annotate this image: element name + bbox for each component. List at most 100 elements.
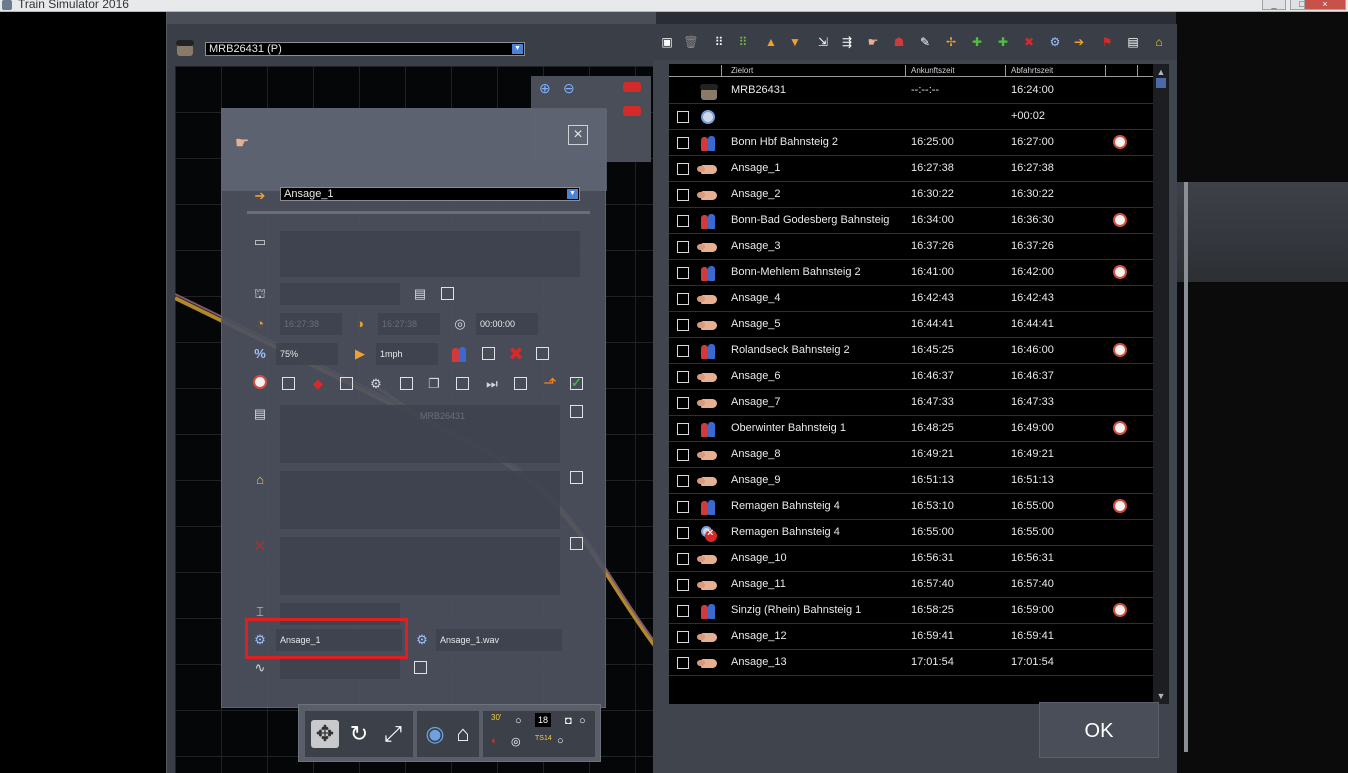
move-down-icon[interactable]: ▼ — [785, 32, 805, 52]
coupler-checkbox[interactable] — [400, 377, 413, 390]
col-departure[interactable]: Abfahrtszeit — [1011, 66, 1053, 75]
no-platform-checkbox[interactable] — [570, 537, 583, 550]
scroll-thumb[interactable] — [1156, 78, 1166, 88]
row-checkbox[interactable] — [677, 657, 689, 669]
fullscreen-button[interactable]: ✥ — [311, 720, 339, 748]
col-arrival[interactable]: Ankunftszeit — [911, 66, 955, 75]
passengers-icon[interactable]: ☗ — [889, 32, 909, 52]
row-checkbox[interactable] — [677, 423, 689, 435]
table-row[interactable]: Ansage_11 16:57:40 16:57:40 — [669, 572, 1153, 598]
col-destination[interactable]: Zielort — [731, 66, 753, 75]
eraser-edit-icon[interactable] — [623, 106, 641, 116]
table-row[interactable]: Remagen Bahnsteig 4 16:55:00 16:55:00 — [669, 520, 1153, 546]
cancel-checkbox[interactable] — [536, 347, 549, 360]
eraser-checkbox[interactable] — [340, 377, 353, 390]
ok-button[interactable]: OK — [1039, 702, 1159, 758]
timetable-scrollbar[interactable]: ▲ ▼ — [1153, 64, 1169, 704]
edit-icon[interactable]: ✎ — [915, 32, 935, 52]
table-row[interactable]: Bonn-Bad Godesberg Bahnsteig 16:34:00 16:3… — [669, 208, 1153, 234]
duration-field[interactable]: 00:00:00 — [476, 313, 538, 335]
table-row[interactable]: Ansage_1 16:27:38 16:27:38 — [669, 156, 1153, 182]
platform-area[interactable]: MRB26431 — [280, 405, 560, 463]
consist-field[interactable] — [280, 231, 580, 277]
expand-icon[interactable]: ✢ — [941, 32, 961, 52]
percent-field[interactable]: 75% — [276, 343, 338, 365]
table-row[interactable]: Rolandseck Bahnsteig 2 16:45:25 16:46:00 — [669, 338, 1153, 364]
row-checkbox[interactable] — [677, 319, 689, 331]
radio-icon[interactable]: ◎ — [511, 735, 521, 748]
rotate-button[interactable]: ↻ — [345, 720, 373, 748]
arrival-time-field[interactable]: 16:27:38 — [280, 313, 342, 335]
table-row[interactable]: Ansage_7 16:47:33 16:47:33 — [669, 390, 1153, 416]
table-row[interactable]: Ansage_4 16:42:43 16:42:43 — [669, 286, 1153, 312]
table-row[interactable]: Ansage_2 16:30:22 16:30:22 — [669, 182, 1153, 208]
table-row[interactable]: Bonn-Mehlem Bahnsteig 2 16:41:00 16:42:00 — [669, 260, 1153, 286]
scroll-down-icon[interactable]: ▼ — [1155, 690, 1167, 702]
speed-field[interactable]: 1mph — [376, 343, 438, 365]
table-row[interactable]: Ansage_6 16:46:37 16:46:37 — [669, 364, 1153, 390]
split-icon[interactable]: ⇲ — [813, 32, 833, 52]
delete-icon[interactable]: 🗑 — [681, 32, 701, 52]
radio-icon[interactable]: ○ — [579, 715, 586, 727]
row-checkbox[interactable] — [677, 189, 689, 201]
row-checkbox[interactable] — [677, 475, 689, 487]
resize-button[interactable]: ⤢ — [379, 720, 407, 748]
minimize-button[interactable]: _ — [1262, 0, 1286, 10]
scroll-up-icon[interactable]: ▲ — [1155, 66, 1167, 78]
table-row[interactable]: Oberwinter Bahnsteig 1 16:48:25 16:49:00 — [669, 416, 1153, 442]
waveform-checkbox[interactable] — [414, 661, 427, 674]
station-area[interactable] — [280, 471, 560, 529]
skip-checkbox[interactable] — [514, 377, 527, 390]
table-row[interactable]: +00:02 — [669, 104, 1153, 130]
row-checkbox[interactable] — [677, 371, 689, 383]
row-checkbox[interactable] — [677, 579, 689, 591]
platform-checkbox[interactable] — [570, 405, 583, 418]
row-checkbox[interactable] — [677, 215, 689, 227]
grid-small-icon[interactable]: ⠿ — [709, 32, 729, 52]
home-button[interactable]: ⌂ — [449, 720, 477, 748]
row-checkbox[interactable] — [677, 527, 689, 539]
dropdown-arrow-icon[interactable]: ▼ — [567, 189, 578, 199]
table-row[interactable]: Ansage_13 17:01:54 17:01:54 — [669, 650, 1153, 676]
locomotive-checkbox[interactable] — [441, 287, 454, 300]
eraser-icon[interactable] — [623, 82, 641, 92]
row-checkbox[interactable] — [677, 111, 689, 123]
instruction-dropdown[interactable]: Ansage_1 ▼ — [280, 187, 580, 201]
magnet-icon[interactable]: ◐ — [491, 735, 498, 747]
dialog-close-button[interactable]: × — [568, 125, 588, 145]
departure-time-field[interactable]: 16:27:38 — [378, 313, 440, 335]
add-marker-icon[interactable]: ✚ — [967, 32, 987, 52]
table-row[interactable]: Ansage_12 16:59:41 16:59:41 — [669, 624, 1153, 650]
table-row[interactable]: MRB26431 --:--:-- 16:24:00 — [669, 78, 1153, 104]
pointing-hand-icon[interactable]: ☛ — [863, 32, 883, 52]
move-up-icon[interactable]: ▲ — [761, 32, 781, 52]
zoom-out-icon[interactable]: ⊖ — [563, 80, 575, 97]
row-checkbox[interactable] — [677, 449, 689, 461]
station-checkbox[interactable] — [570, 471, 583, 484]
table-row[interactable]: Ansage_8 16:49:21 16:49:21 — [669, 442, 1153, 468]
zoom-in-icon[interactable]: ⊕ — [539, 80, 551, 97]
table-row[interactable]: Ansage_10 16:56:31 16:56:31 — [669, 546, 1153, 572]
row-checkbox[interactable] — [677, 163, 689, 175]
radio-icon[interactable]: ○ — [515, 715, 522, 727]
table-row[interactable]: Bonn Hbf Bahnsteig 2 16:25:00 16:27:00 — [669, 130, 1153, 156]
table-row[interactable]: Sinzig (Rhein) Bahnsteig 1 16:58:25 16:59:… — [669, 598, 1153, 624]
locomotive-field[interactable] — [280, 283, 400, 305]
no-platform-area[interactable] — [280, 537, 560, 595]
row-checkbox[interactable] — [677, 501, 689, 513]
row-checkbox[interactable] — [677, 267, 689, 279]
row-checkbox[interactable] — [677, 241, 689, 253]
row-checkbox[interactable] — [677, 553, 689, 565]
row-checkbox[interactable] — [677, 631, 689, 643]
service-dropdown[interactable]: MRB26431 (P) ▼ — [205, 42, 525, 56]
alarm-checkbox[interactable] — [282, 377, 295, 390]
table-row[interactable]: Ansage_3 16:37:26 16:37:26 — [669, 234, 1153, 260]
table-row[interactable]: Ansage_5 16:44:41 16:44:41 — [669, 312, 1153, 338]
row-checkbox[interactable] — [677, 137, 689, 149]
platform-icon[interactable]: ▤ — [1123, 32, 1143, 52]
station-roof-icon[interactable]: ⌂ — [1149, 32, 1169, 52]
enter-icon[interactable]: ➔ — [1069, 32, 1089, 52]
table-row[interactable]: Remagen Bahnsteig 4 16:53:10 16:55:00 — [669, 494, 1153, 520]
copy-checkbox[interactable] — [456, 377, 469, 390]
row-checkbox[interactable] — [677, 345, 689, 357]
